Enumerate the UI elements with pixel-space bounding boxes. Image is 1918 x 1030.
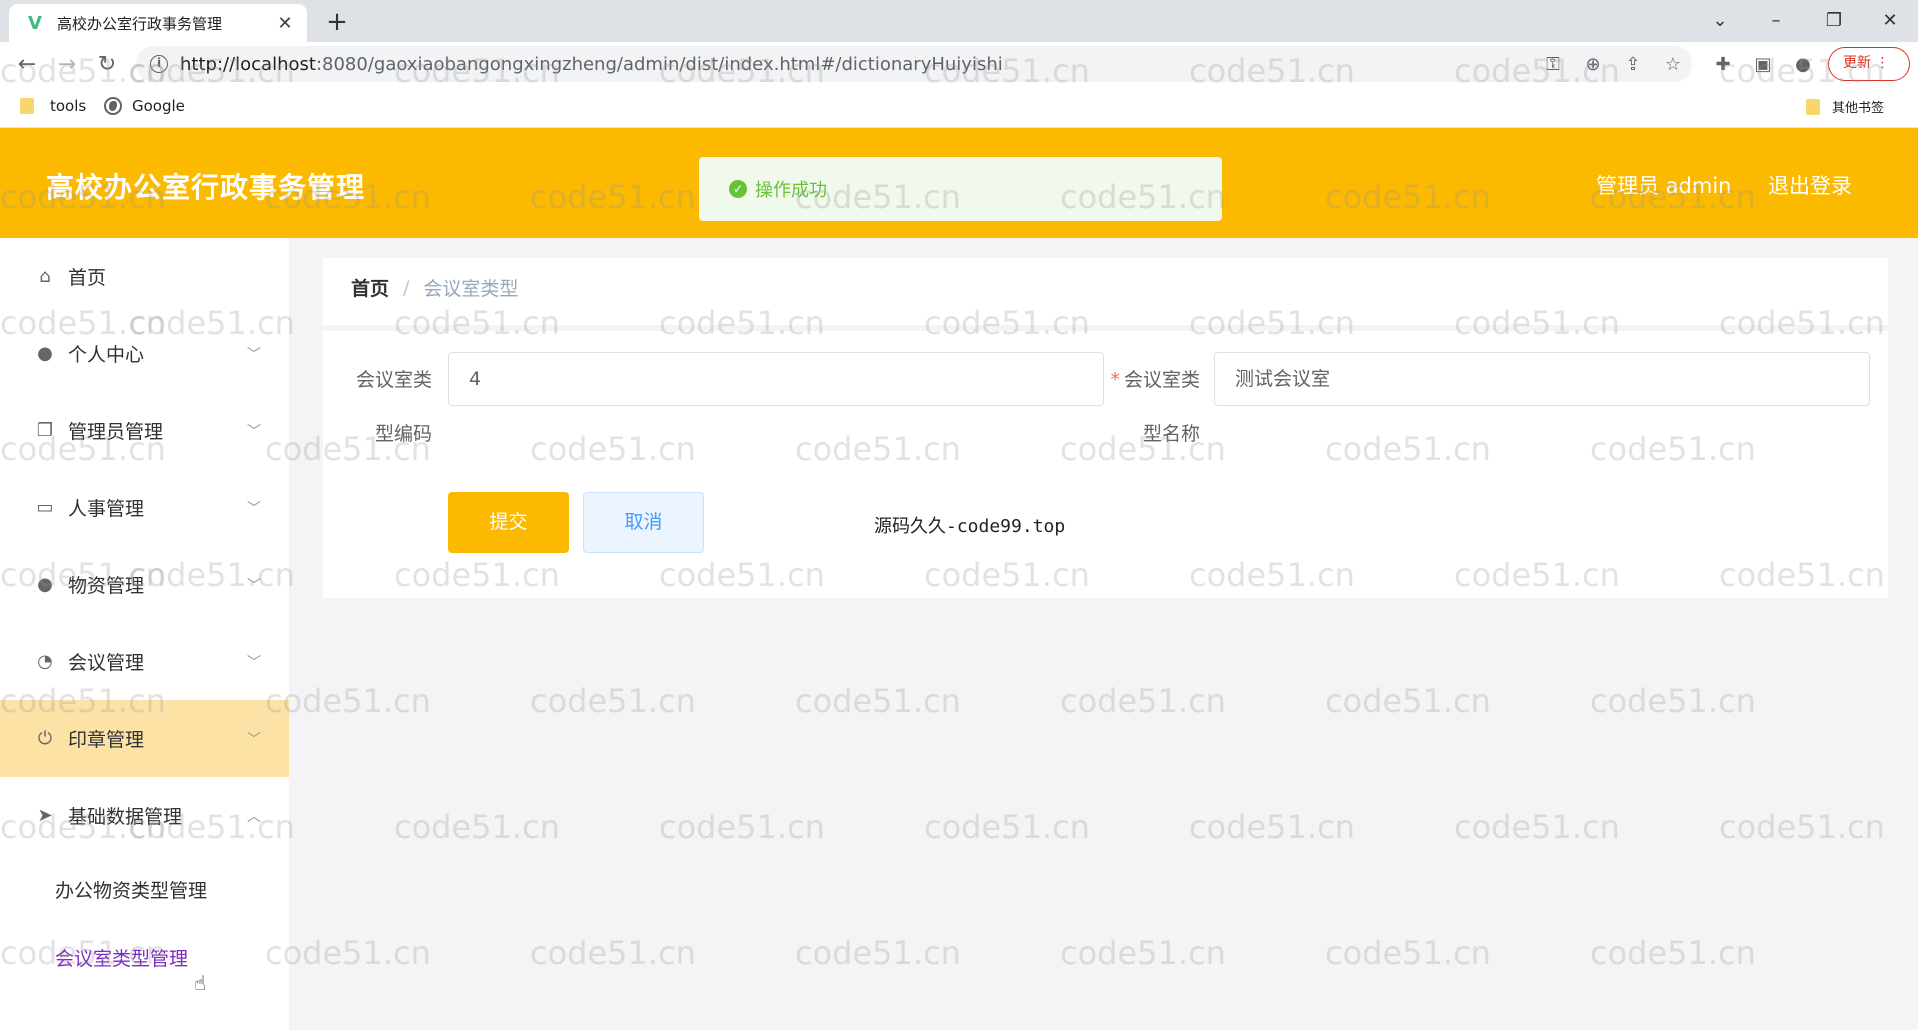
sidebar-item-supplies[interactable]: ● 物资管理 ﹀ bbox=[0, 546, 289, 623]
check-circle-icon: ✓ bbox=[729, 180, 747, 198]
profile-icon[interactable]: ● bbox=[1790, 52, 1816, 78]
compass-icon: ◔ bbox=[37, 651, 53, 672]
chevron-down-icon: ﹀ bbox=[247, 346, 261, 363]
toast-message: 操作成功 bbox=[755, 180, 827, 201]
room-type-name-input[interactable]: 测试会议室 bbox=[1214, 352, 1870, 406]
sidebar: ⌂ 首页 ● 个人中心 ﹀ ❐ 管理员管理 ﹀ ▭ 人事管理 ﹀ ● 物资管理 … bbox=[0, 238, 289, 1030]
close-window-icon[interactable]: ✕ bbox=[1870, 6, 1910, 36]
chevron-up-icon: ︿ bbox=[247, 808, 261, 825]
key-icon[interactable]: ⚿ bbox=[1540, 52, 1566, 78]
user-icon: ● bbox=[37, 343, 53, 364]
cancel-button[interactable]: 取消 bbox=[583, 492, 704, 553]
folder-icon bbox=[1806, 98, 1820, 115]
sidebar-item-home[interactable]: ⌂ 首页 bbox=[0, 238, 289, 315]
new-tab-icon[interactable]: + bbox=[322, 8, 352, 38]
watermark-text: code51.cn bbox=[924, 808, 1090, 846]
browser-toolbar: ← → ↻ i http://localhost:8080/gaoxiaoban… bbox=[0, 42, 1918, 86]
logout-link[interactable]: 退出登录 bbox=[1768, 170, 1852, 200]
share-icon[interactable]: ⇪ bbox=[1620, 52, 1646, 78]
info-icon[interactable]: i bbox=[150, 55, 168, 73]
address-bar[interactable]: i http://localhost:8080/gaoxiaobangongxi… bbox=[136, 46, 1692, 82]
folder-icon bbox=[20, 98, 34, 114]
sidebar-item-admins[interactable]: ❐ 管理员管理 ﹀ bbox=[0, 392, 289, 469]
footer-note: 源码久久-code99.top bbox=[874, 516, 1066, 537]
breadcrumb: 首页 / 会议室类型 bbox=[351, 274, 518, 301]
watermark-text: code51.cn bbox=[659, 808, 825, 846]
room-type-code-input[interactable]: 4 bbox=[448, 352, 1104, 406]
vue-icon: V bbox=[28, 12, 42, 34]
divider bbox=[323, 325, 1888, 331]
bookmark-google[interactable]: Google bbox=[104, 97, 185, 115]
chevron-down-icon: ﹀ bbox=[247, 577, 261, 594]
update-button[interactable]: 更新 ⋮ bbox=[1828, 47, 1910, 81]
copy-icon: ❐ bbox=[36, 420, 54, 441]
watermark-text: code51.cn bbox=[1060, 934, 1226, 972]
code-label-cont: 型编码 bbox=[374, 423, 432, 445]
globe-icon bbox=[104, 97, 122, 115]
app-root: V 高校办公室行政事务管理 ✕ + ⌄ – ❐ ✕ ← → ↻ i http:/… bbox=[0, 0, 1918, 1030]
watermark-text: code51.cn bbox=[1454, 808, 1620, 846]
bookmarks-bar: tools Google 其他书签 bbox=[0, 86, 1918, 128]
name-label: * 会议室类 bbox=[1110, 369, 1200, 391]
sidebar-subitem-room-types[interactable]: 会议室类型管理 bbox=[0, 924, 289, 990]
url-text[interactable]: http://localhost:8080/gaoxiaobangongxing… bbox=[180, 54, 1003, 75]
watermark-text: code51.cn bbox=[1060, 682, 1226, 720]
star-icon[interactable]: ☆ bbox=[1660, 52, 1686, 78]
users-icon: ● bbox=[37, 574, 53, 595]
watermark-text: code51.cn bbox=[1719, 808, 1885, 846]
watermark-text: code51.cn bbox=[265, 934, 431, 972]
browser-tab[interactable]: V 高校办公室行政事务管理 ✕ bbox=[9, 4, 307, 42]
zoom-icon[interactable]: ⊕ bbox=[1580, 52, 1606, 78]
chat-icon: ▭ bbox=[36, 497, 54, 518]
tab-title: 高校办公室行政事务管理 bbox=[57, 14, 223, 33]
admin-label: 管理员 admin bbox=[1596, 174, 1732, 198]
tab-search-icon[interactable]: ⌄ bbox=[1700, 6, 1740, 36]
watermark-text: code51.cn bbox=[1590, 682, 1756, 720]
send-icon: ➤ bbox=[37, 805, 53, 826]
sidebar-item-meetings[interactable]: ◔ 会议管理 ﹀ bbox=[0, 623, 289, 700]
breadcrumb-separator: / bbox=[403, 276, 410, 299]
forward-icon[interactable]: → bbox=[52, 50, 82, 80]
watermark-text: code51.cn bbox=[1325, 682, 1491, 720]
watermark-text: code51.cn bbox=[530, 682, 696, 720]
watermark-text: code51.cn bbox=[530, 934, 696, 972]
sidebar-item-profile[interactable]: ● 个人中心 ﹀ bbox=[0, 315, 289, 392]
minimize-icon[interactable]: – bbox=[1756, 6, 1796, 36]
sidebar-item-base-data[interactable]: ➤ 基础数据管理 ︿ bbox=[0, 777, 289, 854]
extensions-icon[interactable]: ✚ bbox=[1710, 52, 1736, 78]
breadcrumb-home[interactable]: 首页 bbox=[351, 274, 389, 301]
watermark-text: code51.cn bbox=[265, 682, 431, 720]
sidebar-subitem-supply-types[interactable]: 办公物资类型管理 bbox=[0, 856, 289, 922]
submit-button[interactable]: 提交 bbox=[448, 492, 569, 553]
hand-cursor-icon: ☝ bbox=[194, 971, 207, 995]
browser-tabstrip: V 高校办公室行政事务管理 ✕ + ⌄ – ❐ ✕ bbox=[0, 0, 1918, 42]
watermark-text: code51.cn bbox=[1189, 808, 1355, 846]
watermark-text: code51.cn bbox=[1325, 934, 1491, 972]
watermark-text: code51.cn bbox=[1590, 934, 1756, 972]
code-label: 会议室类 bbox=[355, 369, 432, 391]
reload-icon[interactable]: ↻ bbox=[92, 50, 122, 80]
restore-icon[interactable]: ❐ bbox=[1814, 6, 1854, 36]
watermark-text: code51.cn bbox=[394, 808, 560, 846]
home-icon: ⌂ bbox=[39, 266, 51, 287]
back-icon[interactable]: ← bbox=[12, 50, 42, 80]
watermark-text: code51.cn bbox=[795, 934, 961, 972]
chevron-down-icon: ﹀ bbox=[247, 654, 261, 671]
app-title: 高校办公室行政事务管理 bbox=[46, 171, 366, 204]
chevron-down-icon: ﹀ bbox=[247, 500, 261, 517]
other-bookmarks[interactable]: 其他书签 bbox=[1806, 97, 1884, 116]
name-label-cont: 型名称 bbox=[1142, 423, 1200, 445]
breadcrumb-current: 会议室类型 bbox=[423, 278, 519, 300]
chevron-down-icon: ﹀ bbox=[247, 731, 261, 748]
close-tab-icon[interactable]: ✕ bbox=[275, 13, 295, 34]
sidebar-item-hr[interactable]: ▭ 人事管理 ﹀ bbox=[0, 469, 289, 546]
power-icon: ⏻ bbox=[37, 728, 53, 749]
watermark-text: code51.cn bbox=[795, 682, 961, 720]
sidepanel-icon[interactable]: ▣ bbox=[1750, 52, 1776, 78]
bookmark-tools[interactable]: tools bbox=[20, 97, 86, 115]
chevron-down-icon: ﹀ bbox=[247, 423, 261, 440]
sidebar-item-seals[interactable]: ⏻ 印章管理 ﹀ bbox=[0, 700, 289, 777]
success-toast: ✓ 操作成功 bbox=[699, 157, 1222, 221]
